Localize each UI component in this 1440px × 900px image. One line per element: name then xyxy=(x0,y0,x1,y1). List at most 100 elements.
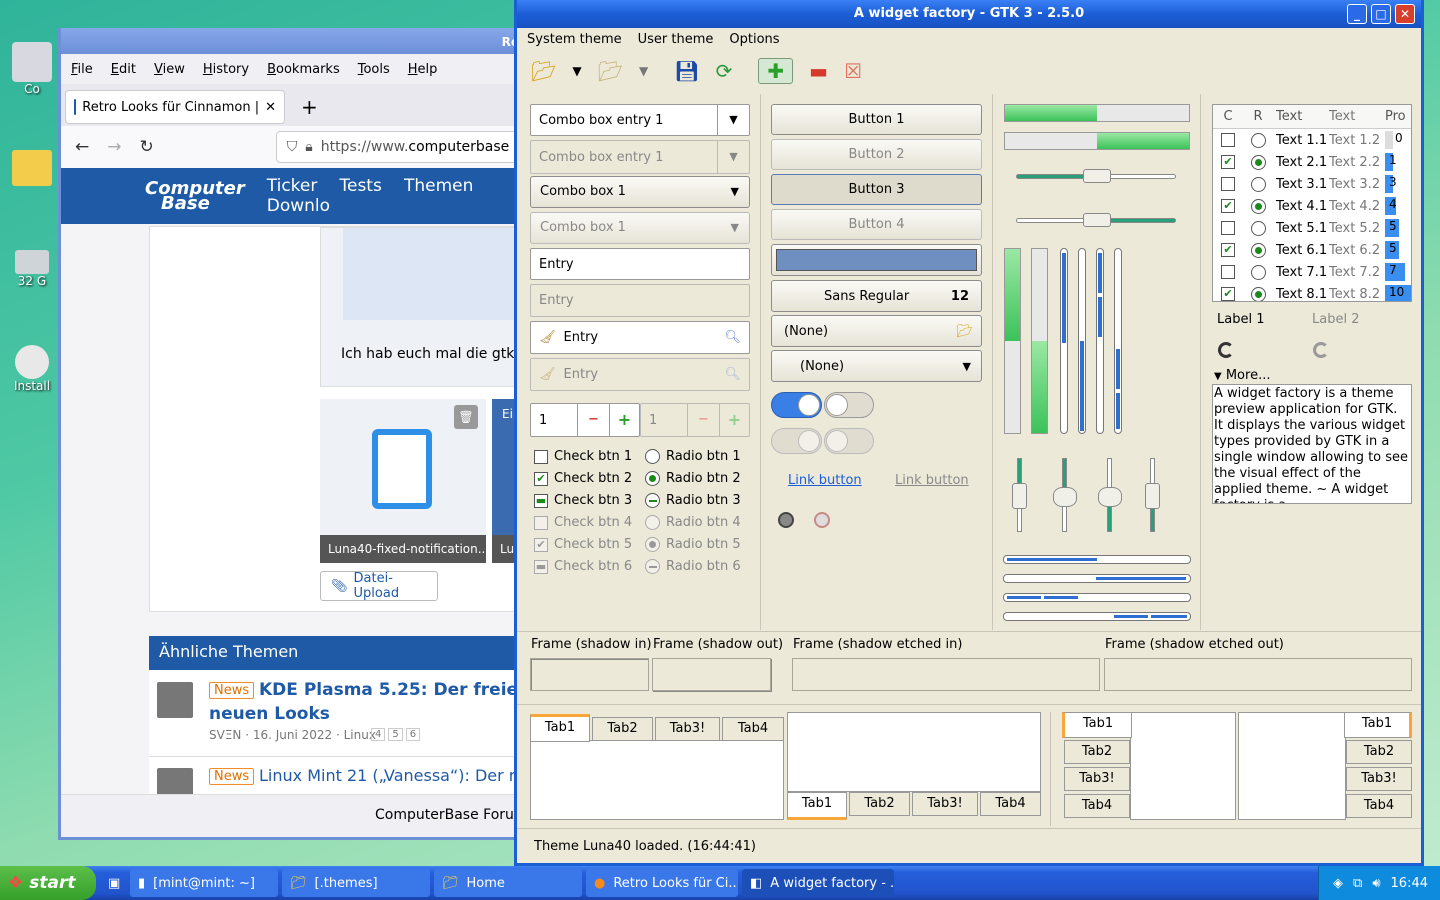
vslider-4[interactable] xyxy=(1145,458,1160,532)
eye-icon[interactable]: ◈ xyxy=(1333,876,1343,891)
checkbox-unchecked-icon[interactable] xyxy=(1221,177,1235,191)
radio-on-icon[interactable] xyxy=(1250,242,1266,258)
task-home[interactable]: 📁︎ Home xyxy=(434,869,582,897)
menu-tools[interactable]: Tools xyxy=(358,62,390,77)
column-header[interactable]: Text xyxy=(1273,109,1329,124)
vscrollbar-2[interactable] xyxy=(1078,248,1086,434)
vslider-2[interactable] xyxy=(1053,458,1077,532)
tab-left-2[interactable]: Tab2 xyxy=(1064,740,1130,764)
network-icon[interactable]: ⧉ xyxy=(1353,876,1362,891)
reload-icon[interactable]: ↻ xyxy=(140,137,154,157)
save-icon[interactable]: 💾︎ xyxy=(674,59,699,83)
menu-history[interactable]: History xyxy=(203,62,249,77)
radio-off-icon[interactable] xyxy=(1250,176,1266,192)
menu-bookmarks[interactable]: Bookmarks xyxy=(267,62,340,77)
vscrollbar-4[interactable] xyxy=(1114,248,1122,434)
radio-button-2[interactable]: Radio btn 2 xyxy=(645,471,741,486)
slider-handle[interactable] xyxy=(1083,213,1111,227)
tab-left-3[interactable]: Tab3! xyxy=(1064,767,1130,791)
radio-button-3[interactable]: Radio btn 3 xyxy=(645,493,741,508)
wf-titlebar[interactable]: A widget factory - GTK 3 - 2.5.0 _ □ ✕ xyxy=(517,0,1421,28)
decrement-icon[interactable]: − xyxy=(577,404,609,436)
column-header[interactable]: Text xyxy=(1329,109,1385,124)
tab-top-2[interactable]: Tab2 xyxy=(592,717,653,741)
tab-bottom-4[interactable]: Tab4 xyxy=(980,792,1041,816)
combo-box-none[interactable]: (None) ▼ xyxy=(771,350,982,382)
button-3[interactable]: Button 3 xyxy=(771,174,982,205)
menu-view[interactable]: View xyxy=(154,62,185,77)
desktop-icon-computer[interactable]: Co xyxy=(0,42,64,112)
entry[interactable]: Entry xyxy=(530,248,750,280)
expander[interactable]: ▼ More... xyxy=(1214,368,1270,383)
menu-help[interactable]: Help xyxy=(408,62,438,77)
slider-handle[interactable] xyxy=(1012,483,1027,509)
slider-handle[interactable] xyxy=(1053,487,1077,507)
avatar[interactable] xyxy=(157,682,193,718)
tree-row[interactable]: ✔ Text 2.1 Text 2.2 1 xyxy=(1213,151,1411,173)
combo-box-entry[interactable]: Combo box entry 1 ▼ xyxy=(530,104,750,136)
task-themes[interactable]: 📁︎ [.themes] xyxy=(282,869,430,897)
column-header[interactable]: R xyxy=(1243,109,1273,124)
site-logo[interactable]: Computer Base xyxy=(145,180,245,213)
slider-2[interactable] xyxy=(1016,213,1176,227)
nav-downloads[interactable]: Downlo xyxy=(267,196,330,216)
show-desktop-icon[interactable]: ▣ xyxy=(108,876,126,891)
column-header[interactable]: C xyxy=(1213,109,1243,124)
switch-off[interactable] xyxy=(824,392,874,418)
slider-handle[interactable] xyxy=(1083,169,1111,183)
thread-title[interactable]: KDE Plasma 5.25: Der freie Linu xyxy=(259,680,525,700)
checkbox-checked-icon[interactable]: ✔ xyxy=(1221,155,1235,169)
nav-tests[interactable]: Tests xyxy=(340,176,382,196)
browser-tab[interactable]: Retro Looks für Cinnamon | ✕ xyxy=(65,90,285,124)
vslider-1[interactable] xyxy=(1012,458,1027,532)
column-header[interactable]: Pro xyxy=(1385,109,1411,124)
nav-ticker[interactable]: Ticker xyxy=(267,176,318,196)
tree-row[interactable]: ✔ Text 6.1 Text 6.2 5 xyxy=(1213,239,1411,261)
menu-options[interactable]: Options xyxy=(729,32,779,47)
radio-off-icon[interactable] xyxy=(1250,264,1266,280)
radio-on-icon[interactable] xyxy=(1250,198,1266,214)
increment-icon[interactable]: + xyxy=(609,404,639,436)
tab-right-4[interactable]: Tab4 xyxy=(1346,794,1412,818)
nav-themen[interactable]: Themen xyxy=(404,176,473,196)
vslider-3[interactable] xyxy=(1098,458,1122,532)
combo-box[interactable]: Combo box 1 ▼ xyxy=(530,176,750,208)
volume-icon[interactable]: 🔊︎ xyxy=(1372,876,1380,891)
tab-left-1[interactable]: Tab1 xyxy=(1062,712,1132,738)
clear-icon[interactable]: ☒ xyxy=(844,59,862,83)
slider-1[interactable] xyxy=(1016,169,1176,183)
radio-button-1[interactable]: Radio btn 1 xyxy=(645,449,741,464)
switch-on[interactable] xyxy=(771,392,822,418)
checkbox-unchecked-icon[interactable] xyxy=(1221,221,1235,235)
spin-button[interactable]: 1 − + xyxy=(530,403,640,437)
radio-off-icon[interactable] xyxy=(1250,220,1266,236)
new-tab-button[interactable]: + xyxy=(301,95,318,119)
close-tab-icon[interactable]: ✕ xyxy=(265,100,276,115)
thread-title[interactable]: Linux Mint 21 („Vanessa“): Der neu xyxy=(259,766,525,785)
color-button[interactable] xyxy=(771,244,982,276)
link-button[interactable]: Link button xyxy=(788,473,862,488)
vscrollbar-1[interactable] xyxy=(1060,248,1068,434)
chevron-down-icon[interactable]: ▼ xyxy=(572,64,581,78)
screenshot-thumbnail[interactable] xyxy=(343,228,525,320)
tab-right-2[interactable]: Tab2 xyxy=(1346,740,1412,764)
tree-row[interactable]: Text 3.1 Text 3.2 3 xyxy=(1213,173,1411,195)
text-view[interactable]: A widget factory is a theme preview appl… xyxy=(1212,384,1412,504)
remove-icon[interactable]: ▬ xyxy=(809,59,828,83)
radio-on-icon[interactable] xyxy=(1250,154,1266,170)
tab-bottom-3[interactable]: Tab3! xyxy=(912,792,978,816)
task-widget-factory[interactable]: ◧ A widget factory - ... xyxy=(742,869,894,897)
back-icon[interactable]: ← xyxy=(75,137,89,157)
tab-top-1[interactable]: Tab1 xyxy=(530,714,590,742)
tab-top-4[interactable]: Tab4 xyxy=(722,717,784,741)
tree-row[interactable]: ✔ Text 4.1 Text 4.2 4 xyxy=(1213,195,1411,217)
find-icon[interactable]: 🔍︎ xyxy=(724,330,741,345)
firefox-titlebar[interactable]: Re xyxy=(61,28,525,54)
start-button[interactable]: ❖ start xyxy=(0,866,96,900)
thread-title-line2[interactable]: neuen Looks xyxy=(209,704,330,724)
menu-system-theme[interactable]: System theme xyxy=(527,32,622,47)
chevron-down-icon[interactable]: ▼ xyxy=(717,105,749,135)
tree-row[interactable]: Text 7.1 Text 7.2 7 xyxy=(1213,261,1411,283)
close-button[interactable]: ✕ xyxy=(1395,4,1415,24)
checkbox-unchecked-icon[interactable] xyxy=(1221,133,1235,147)
